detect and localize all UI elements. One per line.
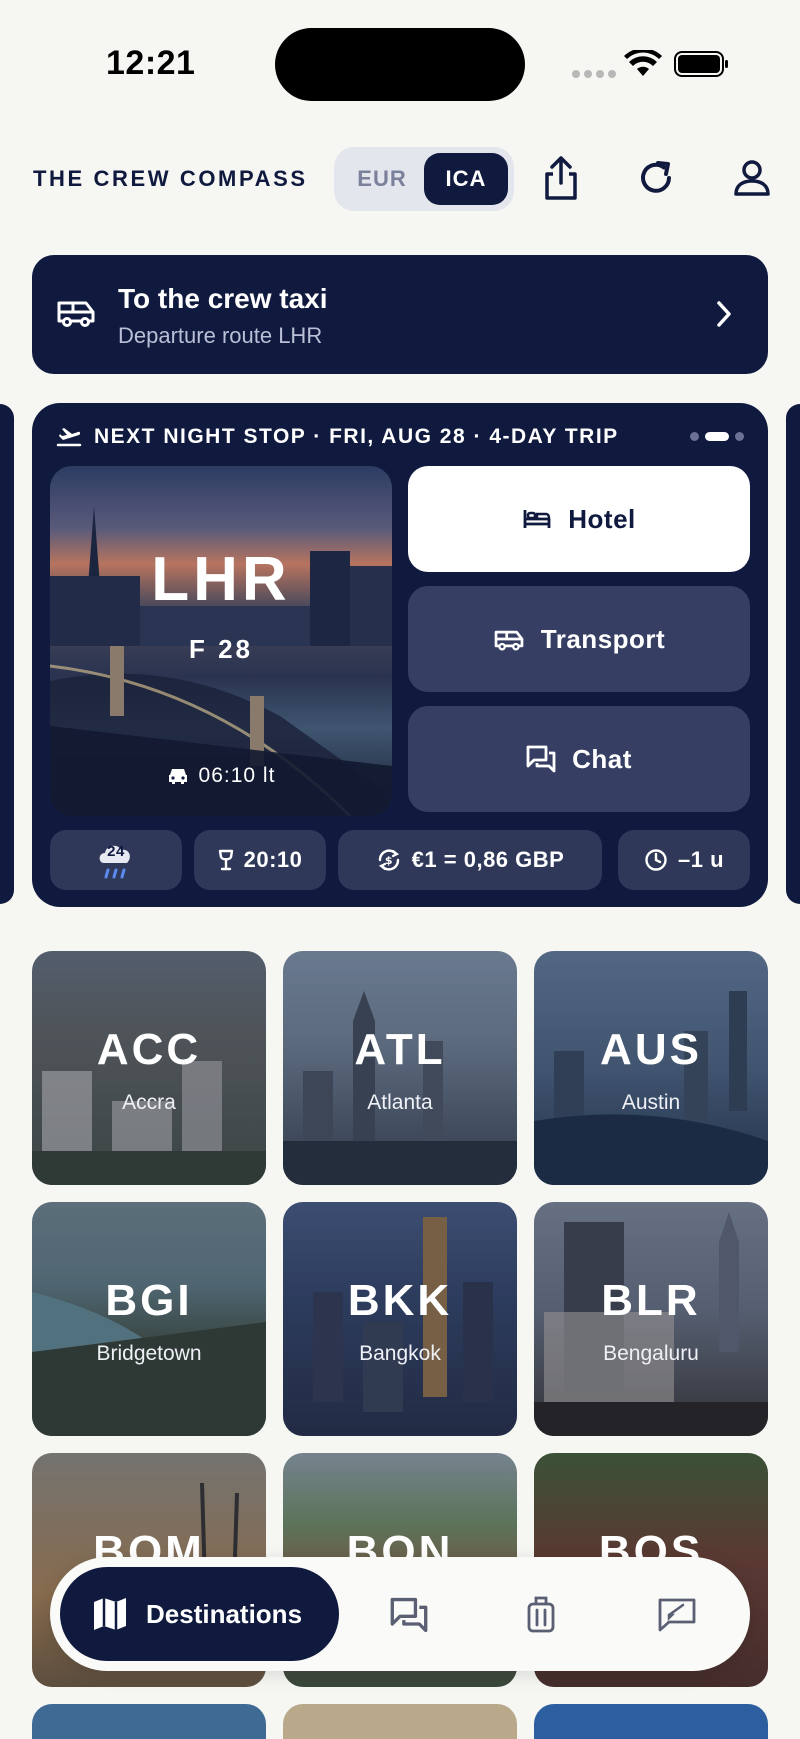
svg-text:$: $ [385, 854, 393, 867]
crew-taxi-banner[interactable]: To the crew taxi Departure route LHR [32, 255, 768, 374]
transport-label: Transport [540, 623, 666, 654]
destination-tile-acc[interactable]: ACC Accra [32, 951, 266, 1185]
stop-airport-code: LHR [151, 545, 291, 614]
nav-notes[interactable] [654, 1592, 700, 1638]
destination-code: AUS [600, 1025, 702, 1074]
timezone-offset: –1 u [677, 847, 725, 872]
app-title: THE CREW COMPASS [33, 166, 308, 191]
currency-exchange-icon: $ [378, 849, 399, 871]
destination-city: Bengaluru [603, 1342, 699, 1365]
destination-tile-bgi[interactable]: BGI Bridgetown [32, 1202, 266, 1436]
car-icon [168, 769, 187, 784]
exchange-rate: €1 = 0,86 GBP [411, 847, 565, 872]
luggage-icon [527, 1596, 555, 1633]
carousel-dots [690, 432, 744, 441]
previous-card-peek[interactable] [0, 404, 14, 904]
pickup-time: 06:10 lt [198, 764, 276, 787]
transport-button[interactable]: Transport [408, 586, 750, 692]
nav-destinations-label: Destinations [146, 1598, 303, 1629]
bed-icon [523, 510, 551, 528]
battery-icon [674, 51, 728, 77]
timezone-chip[interactable]: –1 u [618, 830, 750, 890]
bar-time-chip[interactable]: 20:10 [194, 830, 326, 890]
bottom-nav: Destinations [50, 1557, 750, 1671]
map-icon [94, 1598, 126, 1630]
destination-tile-blr[interactable]: BLR Bengaluru [534, 1202, 768, 1436]
night-stop-header: NEXT NIGHT STOP · FRI, AUG 28 · 4-DAY TR… [94, 425, 619, 448]
destination-city: Atlanta [367, 1091, 433, 1114]
refresh-icon[interactable] [630, 152, 682, 204]
weather-chip[interactable]: 24 [50, 830, 182, 890]
rain-cloud-icon: 24 [96, 837, 136, 883]
nav-chat[interactable] [386, 1592, 432, 1638]
toggle-eur[interactable]: EUR [340, 153, 424, 205]
van-icon [494, 630, 524, 651]
clock-icon [645, 849, 667, 871]
destination-tile-partial[interactable] [283, 1704, 517, 1739]
status-bar: 12:21 [0, 0, 800, 120]
taxi-subtitle: Departure route LHR [118, 323, 323, 348]
destination-tile-atl[interactable]: ATL Atlanta [283, 951, 517, 1185]
destination-code: BGI [105, 1276, 193, 1325]
signal-icon [572, 70, 616, 78]
currency-toggle[interactable]: EUR ICA [334, 147, 514, 211]
plane-icon [56, 428, 82, 447]
chevron-right-icon [717, 301, 731, 327]
weather-temp: 24 [107, 843, 125, 860]
status-time: 12:21 [106, 44, 196, 82]
chat-icon [390, 1597, 428, 1633]
next-card-peek[interactable] [786, 404, 800, 904]
profile-icon[interactable] [726, 152, 778, 204]
destination-city: Accra [122, 1091, 176, 1114]
toggle-ica[interactable]: ICA [424, 153, 508, 205]
night-stop-card: NEXT NIGHT STOP · FRI, AUG 28 · 4-DAY TR… [32, 403, 768, 907]
nav-destinations[interactable]: Destinations [60, 1567, 339, 1661]
exchange-rate-chip[interactable]: $ €1 = 0,86 GBP [338, 830, 602, 890]
destination-code: ATL [354, 1025, 446, 1074]
destination-city: Austin [621, 1091, 681, 1114]
destination-tile-partial[interactable] [534, 1704, 768, 1739]
destination-code: ACC [96, 1025, 202, 1074]
chat-button[interactable]: Chat [408, 706, 750, 812]
bar-time: 20:10 [243, 847, 303, 872]
stop-gate: F 28 [188, 634, 254, 664]
chat-label: Chat [572, 743, 632, 774]
destination-code: BKK [347, 1276, 453, 1325]
destination-tile-bkk[interactable]: BKK Bangkok [283, 1202, 517, 1436]
hotel-label: Hotel [568, 503, 636, 534]
chat-icon [526, 745, 556, 773]
glass-icon [218, 849, 233, 871]
destination-tile-partial[interactable] [32, 1704, 266, 1739]
taxi-title: To the crew taxi [118, 283, 328, 314]
share-icon[interactable] [535, 152, 587, 204]
van-icon [57, 301, 95, 327]
destination-code: BLR [601, 1276, 701, 1325]
destination-photo[interactable]: LHR F 28 06:10 lt [50, 466, 392, 816]
wifi-icon [624, 50, 662, 76]
notes-icon [658, 1598, 696, 1632]
dynamic-island [275, 28, 525, 101]
destination-city: Bridgetown [96, 1342, 202, 1365]
destination-tile-aus[interactable]: AUS Austin [534, 951, 768, 1185]
hotel-button[interactable]: Hotel [408, 466, 750, 572]
nav-trips[interactable] [518, 1592, 564, 1638]
destination-city: Bangkok [359, 1342, 441, 1365]
